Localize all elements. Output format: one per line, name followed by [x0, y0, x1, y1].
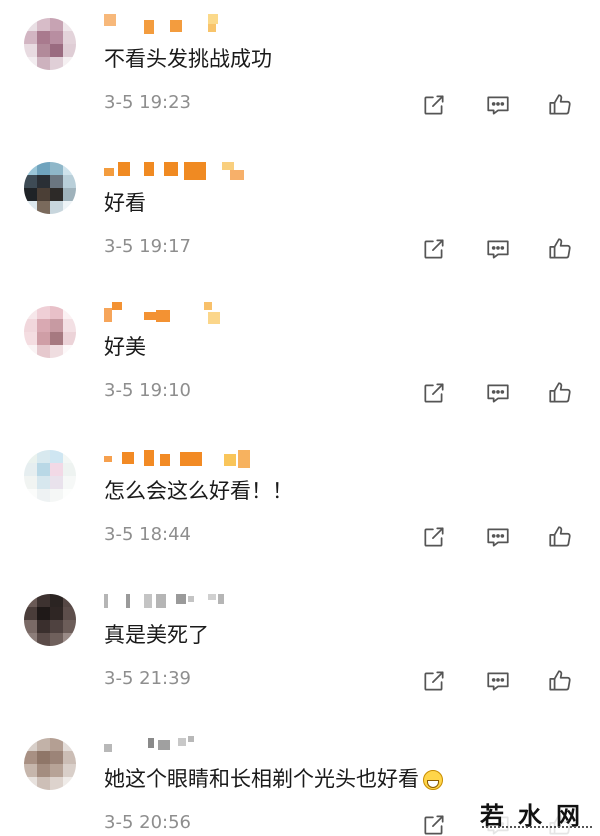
reply-button[interactable] — [485, 92, 513, 118]
share-icon — [421, 812, 449, 836]
avatar[interactable] — [24, 738, 76, 790]
watermark-underline — [482, 826, 592, 829]
grin-emoji-icon — [423, 770, 443, 790]
like-icon — [547, 524, 575, 550]
comment-item: 不看头发挑战成功 3-5 19:23 — [0, 0, 600, 144]
share-button[interactable] — [421, 380, 449, 406]
reply-button[interactable] — [485, 236, 513, 262]
share-icon — [421, 668, 449, 694]
share-button[interactable] — [421, 524, 449, 550]
comment-time: 3-5 19:23 — [104, 92, 191, 113]
reply-icon — [485, 92, 513, 118]
share-button[interactable] — [421, 92, 449, 118]
comment-time: 3-5 19:10 — [104, 380, 191, 401]
like-button[interactable] — [547, 236, 575, 262]
comment-time: 3-5 19:17 — [104, 236, 191, 257]
share-icon — [421, 92, 449, 118]
comment-text: 她这个眼睛和长相剃个光头也好看 — [104, 767, 419, 791]
like-button[interactable] — [547, 380, 575, 406]
reply-button[interactable] — [485, 524, 513, 550]
username-blurred[interactable] — [104, 590, 284, 610]
like-button[interactable] — [547, 668, 575, 694]
comment-item: 怎么会这么好看！！ 3-5 18:44 — [0, 432, 600, 576]
username-blurred[interactable] — [104, 158, 284, 180]
reply-icon — [485, 524, 513, 550]
comment-text: 怎么会这么好看！！ — [104, 479, 293, 503]
share-icon — [421, 380, 449, 406]
share-button[interactable] — [421, 812, 449, 836]
comment-text: 好看 — [104, 191, 146, 215]
comment-time: 3-5 20:56 — [104, 812, 191, 833]
username-blurred[interactable] — [104, 446, 284, 468]
avatar[interactable] — [24, 18, 76, 70]
avatar[interactable] — [24, 594, 76, 646]
username-blurred[interactable] — [104, 14, 284, 34]
reply-icon — [485, 668, 513, 694]
reply-button[interactable] — [485, 380, 513, 406]
comment-text: 好美 — [104, 335, 146, 359]
like-icon — [547, 92, 575, 118]
avatar[interactable] — [24, 162, 76, 214]
like-icon — [547, 380, 575, 406]
comment-time: 3-5 21:39 — [104, 668, 191, 689]
reply-button[interactable] — [485, 668, 513, 694]
share-button[interactable] — [421, 668, 449, 694]
username-blurred[interactable] — [104, 302, 284, 324]
share-button[interactable] — [421, 236, 449, 262]
comment-text: 真是美死了 — [104, 623, 209, 647]
comment-item: 好看 3-5 19:17 — [0, 144, 600, 288]
username-blurred[interactable] — [104, 734, 284, 754]
reply-icon — [485, 380, 513, 406]
comment-text: 不看头发挑战成功 — [104, 47, 272, 71]
avatar[interactable] — [24, 306, 76, 358]
like-icon — [547, 668, 575, 694]
share-icon — [421, 524, 449, 550]
reply-icon — [485, 236, 513, 262]
comment-item: 好美 3-5 19:10 — [0, 288, 600, 432]
like-button[interactable] — [547, 524, 575, 550]
comment-time: 3-5 18:44 — [104, 524, 191, 545]
share-icon — [421, 236, 449, 262]
watermark: 若水网 — [470, 796, 600, 836]
comment-item: 真是美死了 3-5 21:39 — [0, 576, 600, 720]
like-button[interactable] — [547, 92, 575, 118]
like-icon — [547, 236, 575, 262]
avatar[interactable] — [24, 450, 76, 502]
